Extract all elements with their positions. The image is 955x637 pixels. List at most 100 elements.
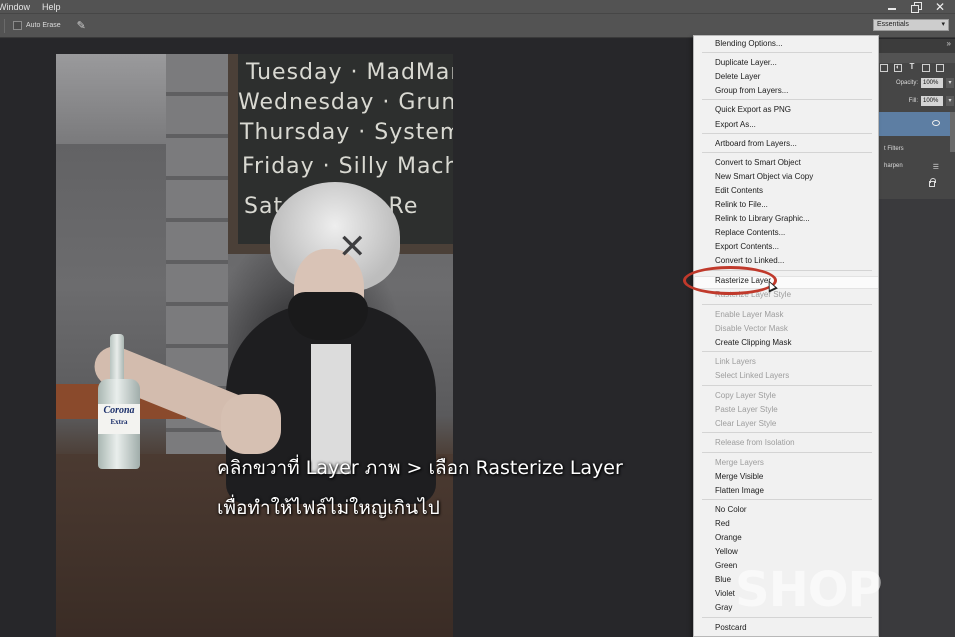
menu-item-quick-export-as-png[interactable]: Quick Export as PNG bbox=[715, 105, 791, 115]
stylus-pressure-icon[interactable]: ✎ bbox=[77, 20, 89, 32]
chalk-line: Wednesday · Grunge bbox=[238, 90, 453, 115]
menu-item-create-clipping-mask[interactable]: Create Clipping Mask bbox=[715, 338, 791, 348]
options-divider bbox=[4, 18, 5, 33]
close-icon[interactable]: ✕ bbox=[935, 1, 945, 13]
menu-item-green[interactable]: Green bbox=[715, 561, 737, 571]
bottle-neck bbox=[110, 334, 124, 384]
menu-help[interactable]: Help bbox=[42, 2, 66, 12]
collapse-panels-icon[interactable]: » bbox=[947, 39, 951, 48]
opacity-input[interactable]: 100% bbox=[921, 78, 943, 88]
bottle-sub: Extra bbox=[110, 418, 128, 426]
photo-face-mask bbox=[288, 292, 368, 340]
menu-divider bbox=[702, 452, 872, 453]
fill-input[interactable]: 100% bbox=[921, 96, 943, 106]
filter-options-icon[interactable]: ☰ bbox=[933, 163, 939, 171]
selected-layer-row[interactable] bbox=[878, 112, 950, 136]
menu-item-release-from-isolation: Release from Isolation bbox=[715, 438, 795, 447]
menu-divider bbox=[702, 351, 872, 352]
bottle-brand: Corona bbox=[103, 405, 135, 416]
pixel-filter-icon[interactable] bbox=[880, 64, 888, 72]
watermark-logo: SHOP bbox=[735, 562, 883, 618]
highlight-oval bbox=[683, 266, 777, 295]
bottle-label: Corona Extra bbox=[98, 404, 140, 434]
menu-item-export-contents[interactable]: Export Contents... bbox=[715, 242, 779, 252]
menu-item-violet[interactable]: Violet bbox=[715, 589, 735, 599]
menu-item-delete-layer[interactable]: Delete Layer bbox=[715, 72, 760, 82]
auto-erase-checkbox[interactable] bbox=[13, 21, 22, 30]
chalk-line: Friday · Silly Mach bbox=[242, 154, 453, 179]
photo-hand bbox=[221, 394, 281, 454]
menu-item-red[interactable]: Red bbox=[715, 519, 730, 529]
menu-window[interactable]: Window bbox=[0, 2, 42, 12]
layers-empty-area bbox=[878, 199, 955, 637]
document-photo[interactable]: Tuesday · MadMan Wednesday · Grunge Thur… bbox=[56, 54, 453, 637]
menu-item-relink-to-library-graphic[interactable]: Relink to Library Graphic... bbox=[715, 214, 810, 224]
chevron-down-icon: ▾ bbox=[941, 21, 945, 28]
opacity-control: Opacity: 100% ▾ bbox=[886, 77, 954, 89]
menu-item-link-layers: Link Layers bbox=[715, 357, 756, 366]
adjustment-filter-icon[interactable]: ◐ bbox=[894, 64, 902, 72]
photo-window bbox=[56, 54, 166, 144]
menu-item-replace-contents[interactable]: Replace Contents... bbox=[715, 228, 785, 238]
restore-icon[interactable] bbox=[911, 1, 922, 13]
menu-item-blending-options[interactable]: Blending Options... bbox=[715, 39, 783, 49]
menu-item-artboard-from-layers[interactable]: Artboard from Layers... bbox=[715, 139, 797, 149]
menu-divider bbox=[702, 133, 872, 134]
sharpen-filter-label[interactable]: harpen bbox=[884, 163, 954, 169]
menu-divider bbox=[702, 52, 872, 53]
menu-divider bbox=[702, 432, 872, 433]
menu-divider bbox=[702, 499, 872, 500]
chevron-down-icon[interactable]: ▾ bbox=[946, 96, 954, 106]
menu-item-relink-to-file[interactable]: Relink to File... bbox=[715, 200, 768, 210]
menu-item-postcard[interactable]: Postcard bbox=[715, 623, 747, 633]
menu-item-convert-to-smart-object[interactable]: Convert to Smart Object bbox=[715, 158, 801, 168]
workspace-select[interactable]: Essentials ▾ bbox=[873, 19, 949, 31]
menu-item-paste-layer-style: Paste Layer Style bbox=[715, 405, 778, 414]
smart-object-icon bbox=[932, 120, 940, 126]
menu-divider bbox=[702, 152, 872, 153]
photoshop-window: Window Help ✕ Auto Erase ✎ Essentials ▾ … bbox=[0, 0, 955, 637]
menu-item-export-as[interactable]: Export As... bbox=[715, 120, 756, 130]
menu-item-duplicate-layer[interactable]: Duplicate Layer... bbox=[715, 58, 777, 68]
menu-item-convert-to-linked[interactable]: Convert to Linked... bbox=[715, 256, 784, 266]
menu-divider bbox=[702, 385, 872, 386]
menu-item-group-from-layers[interactable]: Group from Layers... bbox=[715, 86, 788, 96]
menubar: Window Help ✕ bbox=[0, 0, 955, 13]
type-filter-icon[interactable]: T bbox=[908, 63, 916, 72]
menu-item-merge-visible[interactable]: Merge Visible bbox=[715, 472, 763, 482]
menu-item-enable-layer-mask: Enable Layer Mask bbox=[715, 310, 784, 319]
smart-object-filter-icon[interactable] bbox=[936, 64, 944, 72]
smart-filters-label[interactable]: t Filters bbox=[884, 146, 954, 152]
tutorial-caption: คลิกขวาที่ Layer ภาพ > เลือก Rasterize L… bbox=[217, 448, 623, 528]
chevron-down-icon[interactable]: ▾ bbox=[946, 78, 954, 88]
menu-item-gray[interactable]: Gray bbox=[715, 603, 732, 613]
menu-item-disable-vector-mask: Disable Vector Mask bbox=[715, 324, 788, 333]
menu-item-yellow[interactable]: Yellow bbox=[715, 547, 738, 557]
fill-control: Fill: 100% ▾ bbox=[886, 95, 954, 107]
menu-divider bbox=[702, 304, 872, 305]
menu-item-edit-contents[interactable]: Edit Contents bbox=[715, 186, 763, 196]
menu-item-blue[interactable]: Blue bbox=[715, 575, 731, 585]
menu-item-select-linked-layers: Select Linked Layers bbox=[715, 371, 790, 380]
menu-item-no-color[interactable]: No Color bbox=[715, 505, 747, 515]
workspace-value: Essentials bbox=[877, 21, 909, 28]
auto-erase-label: Auto Erase bbox=[26, 22, 61, 29]
menu-item-new-smart-object-via-copy[interactable]: New Smart Object via Copy bbox=[715, 172, 813, 182]
window-controls: ✕ bbox=[887, 0, 945, 13]
minimize-icon[interactable] bbox=[887, 2, 897, 12]
menu-item-flatten-image[interactable]: Flatten Image bbox=[715, 486, 764, 496]
photo-bottle: Corona Extra bbox=[94, 334, 144, 469]
chalk-line: Thursday · System bbox=[240, 120, 453, 145]
caption-line-1: คลิกขวาที่ Layer ภาพ > เลือก Rasterize L… bbox=[217, 457, 623, 479]
hair-pin-icon: ✕ bbox=[338, 228, 367, 266]
menu-divider bbox=[702, 99, 872, 100]
menu-item-orange[interactable]: Orange bbox=[715, 533, 742, 543]
caption-line-2: เพื่อทำให้ไฟล์ไม่ใหญ่เกินไป bbox=[217, 497, 440, 519]
chalk-line: Tuesday · MadMan bbox=[246, 60, 453, 85]
layer-context-menu: Blending Options... Duplicate Layer... Del… bbox=[693, 35, 879, 637]
menu-item-clear-layer-style: Clear Layer Style bbox=[715, 419, 777, 428]
panel-header: » bbox=[878, 39, 955, 53]
shape-filter-icon[interactable] bbox=[922, 64, 930, 72]
layer-filter-icons: ◐ T bbox=[880, 61, 955, 75]
menu-item-merge-layers: Merge Layers bbox=[715, 458, 764, 467]
